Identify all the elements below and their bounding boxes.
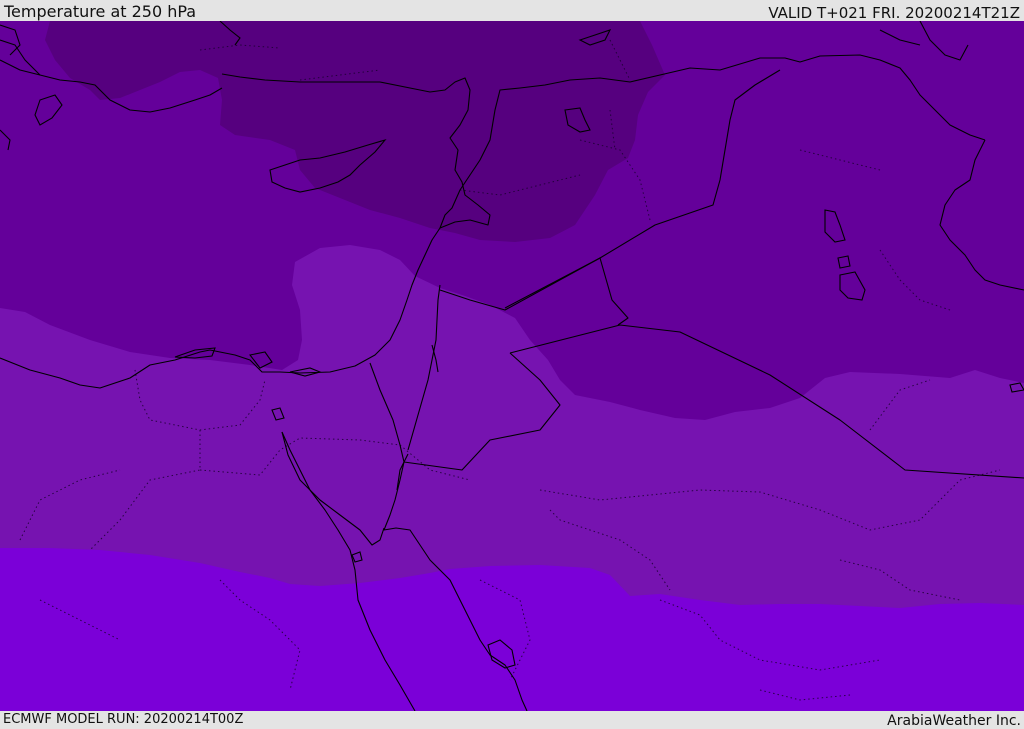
forecast-map-page: Temperature at 250 hPa VALID T+021 FRI. …	[0, 0, 1024, 729]
temperature-map	[0, 21, 1024, 711]
header-bar: Temperature at 250 hPa VALID T+021 FRI. …	[0, 0, 1024, 22]
valid-time-label: VALID T+021 FRI. 20200214T21Z	[768, 4, 1020, 22]
map-title: Temperature at 250 hPa	[4, 2, 197, 21]
model-run-label: ECMWF MODEL RUN: 20200214T00Z	[3, 712, 244, 727]
footer-bar: ECMWF MODEL RUN: 20200214T00Z ArabiaWeat…	[0, 711, 1024, 729]
credit-label: ArabiaWeather Inc.	[887, 713, 1021, 729]
